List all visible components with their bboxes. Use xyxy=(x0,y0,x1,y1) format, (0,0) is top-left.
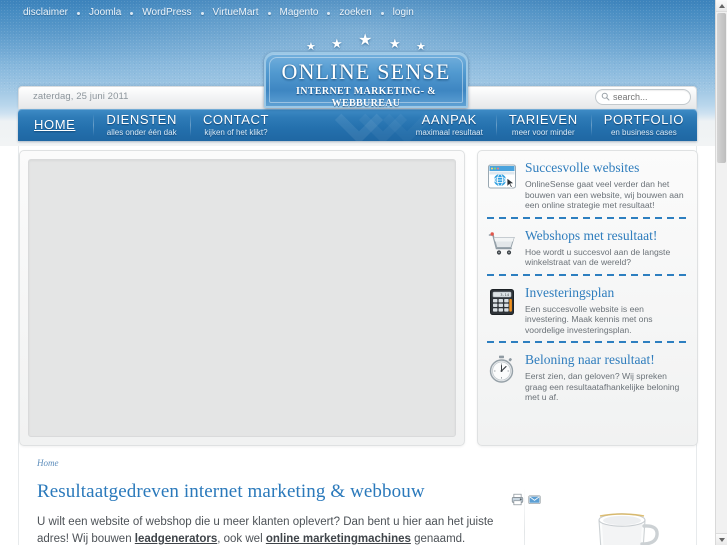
page-title: Resultaatgedreven internet marketing & w… xyxy=(37,481,425,502)
logo-subtitle: INTERNET MARKETING- & WEBBUREAU xyxy=(296,86,436,109)
chevron-down-icon xyxy=(718,537,725,542)
nav-item-home-label: HOME xyxy=(34,117,76,132)
vertical-scrollbar[interactable] xyxy=(715,0,727,545)
nav-item-diensten[interactable]: DIENSTEN alles onder één dak xyxy=(93,109,190,141)
nav-item-portfolio-label: PORTFOLIO xyxy=(603,112,684,127)
scrollbar-thumb[interactable] xyxy=(717,13,726,163)
chevron-right-icon xyxy=(358,109,408,141)
chevron-up-icon xyxy=(718,3,725,8)
svg-text:3.14: 3.14 xyxy=(500,293,509,297)
nav-item-contact[interactable]: CONTACT kijken of het klikt? xyxy=(189,109,282,141)
browser-viewport: disclaimer Joomla WordPress VirtueMart M… xyxy=(0,0,727,545)
site-logo[interactable]: ★ ★ ★ ★ ★ ONLINE SENSE INTERNET MARKETIN… xyxy=(250,30,482,109)
article-link-leadgenerators[interactable]: leadgenerators xyxy=(135,533,217,545)
feature-title: Webshops met resultaat! xyxy=(525,227,658,243)
nav-item-diensten-sublabel: alles onder één dak xyxy=(106,128,177,137)
scroll-up-button[interactable] xyxy=(716,0,727,12)
star-icon: ★ xyxy=(358,32,373,49)
feature-title: Beloning naar resultaat! xyxy=(525,352,655,367)
article-text-part2: , ook wel xyxy=(217,533,266,545)
feature-body: Succesvolle websites OnlineSense gaat ve… xyxy=(525,160,688,211)
site-header: disclaimer Joomla WordPress VirtueMart M… xyxy=(0,0,715,146)
article-text-part3: genaamd. xyxy=(410,533,466,545)
print-icon[interactable] xyxy=(511,493,524,511)
nav-item-contact-label: CONTACT xyxy=(202,112,270,127)
feature-title: Succesvolle websites xyxy=(525,160,640,175)
search-input[interactable] xyxy=(613,92,683,102)
article-body: U wilt een website of webshop die u meer… xyxy=(37,514,507,545)
current-date: zaterdag, 25 juni 2011 xyxy=(33,91,129,102)
page-content: Succesvolle websites OnlineSense gaat ve… xyxy=(0,146,715,545)
top-utility-nav: disclaimer Joomla WordPress VirtueMart M… xyxy=(14,6,423,20)
feature-body: Webshops met resultaat! Hoe wordt u succ… xyxy=(525,228,688,268)
content-frame: Succesvolle websites OnlineSense gaat ve… xyxy=(18,146,698,545)
stopwatch-icon xyxy=(487,354,517,384)
chevron-right-icon xyxy=(334,109,384,141)
nav-item-aanpak-label: AANPAK xyxy=(421,112,477,127)
slideshow-panel[interactable] xyxy=(19,150,465,446)
article-link-marketingmachines[interactable]: online marketingmachines xyxy=(266,533,411,545)
main-navigation: HOME DIENSTEN alles onder één dak CONTAC… xyxy=(18,109,697,141)
features-panel: Succesvolle websites OnlineSense gaat ve… xyxy=(477,150,698,446)
feature-body: Investeringsplan Een succesvolle website… xyxy=(525,285,688,336)
top-panels-row: Succesvolle websites OnlineSense gaat ve… xyxy=(19,150,698,450)
nav-item-aanpak[interactable]: AANPAK maximaal resultaat xyxy=(403,109,496,141)
feature-text: Eerst zien, dan geloven? Wij spreken gra… xyxy=(525,371,680,402)
browser-globe-icon xyxy=(487,162,517,192)
star-icon: ★ xyxy=(389,36,401,51)
article-header: Resultaatgedreven internet marketing & w… xyxy=(37,480,507,504)
nav-item-home[interactable]: HOME xyxy=(18,109,93,141)
topnav-item-virtuemart[interactable]: VirtueMart xyxy=(204,6,268,20)
nav-item-contact-sublabel: kijken of het klikt? xyxy=(204,128,268,137)
slideshow-placeholder xyxy=(28,159,456,437)
feature-text: Een succesvolle website is een investeri… xyxy=(525,303,653,335)
feature-text: Hoe wordt u succesvol aan de langste win… xyxy=(525,246,671,268)
topnav-item-disclaimer[interactable]: disclaimer xyxy=(14,6,77,20)
feature-item-beloning[interactable]: Beloning naar resultaat! Eerst zien, dan… xyxy=(478,343,697,411)
topnav-item-login[interactable]: login xyxy=(384,6,423,20)
feature-body: Beloning naar resultaat! Eerst zien, dan… xyxy=(525,352,688,403)
logo-badge: ONLINE SENSE INTERNET MARKETING- & WEBBU… xyxy=(264,52,468,109)
topnav-item-wordpress[interactable]: WordPress xyxy=(133,6,200,20)
feature-item-webshops[interactable]: Webshops met resultaat! Hoe wordt u succ… xyxy=(478,219,697,276)
feature-item-websites[interactable]: Succesvolle websites OnlineSense gaat ve… xyxy=(478,151,697,219)
scroll-down-button[interactable] xyxy=(716,533,727,545)
calculator-icon: 3.14 xyxy=(487,287,517,317)
nav-item-portfolio[interactable]: PORTFOLIO en business cases xyxy=(590,109,697,141)
nav-item-tarieven-label: TARIEVEN xyxy=(508,112,578,127)
feature-text: OnlineSense gaat veel verder dan het bou… xyxy=(525,179,684,210)
nav-item-tarieven-sublabel: meer voor minder xyxy=(511,128,575,137)
nav-item-diensten-label: DIENSTEN xyxy=(106,112,177,127)
article-aside xyxy=(524,488,698,545)
feature-title: Investeringsplan xyxy=(525,284,615,300)
nav-item-aanpak-sublabel: maximaal resultaat xyxy=(415,128,483,137)
logo-title: ONLINE SENSE xyxy=(281,59,451,84)
nav-item-portfolio-sublabel: en business cases xyxy=(610,128,677,137)
topnav-item-joomla[interactable]: Joomla xyxy=(80,6,130,20)
topnav-item-zoeken[interactable]: zoeken xyxy=(330,6,380,20)
breadcrumb[interactable]: Home xyxy=(37,458,59,468)
search-box[interactable] xyxy=(595,89,691,105)
shopping-cart-icon xyxy=(487,230,517,260)
star-icon: ★ xyxy=(331,36,343,51)
topnav-item-magento[interactable]: Magento xyxy=(271,6,328,20)
coffee-cup-image xyxy=(572,498,672,545)
search-icon xyxy=(601,88,610,106)
aside-divider xyxy=(524,488,525,545)
logo-stars: ★ ★ ★ ★ ★ xyxy=(250,32,482,54)
nav-item-tarieven[interactable]: TARIEVEN meer voor minder xyxy=(495,109,591,141)
feature-item-investeringsplan[interactable]: 3.14 Investeringsplan Een succesvolle we… xyxy=(478,276,697,344)
